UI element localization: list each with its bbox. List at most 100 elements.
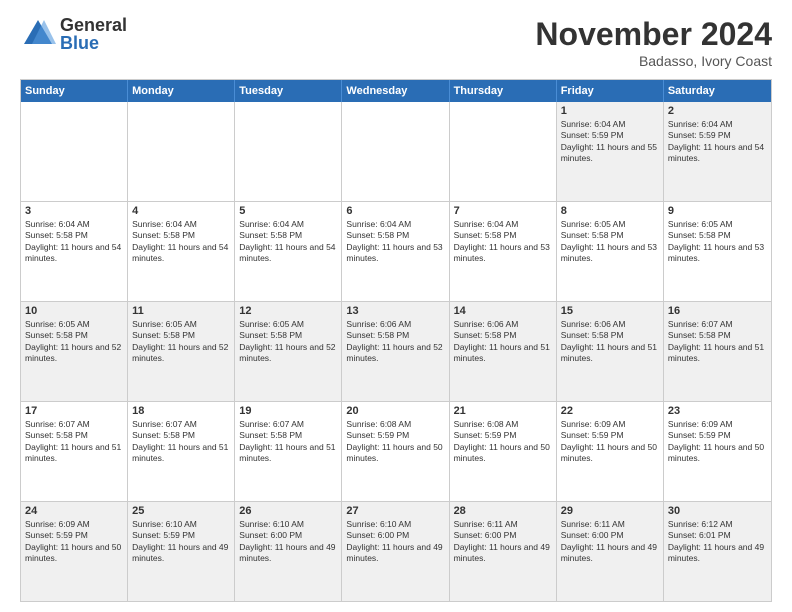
calendar-header-cell: Saturday [664, 80, 771, 102]
calendar-cell: 23 Sunrise: 6:09 AMSunset: 5:59 PMDayligh… [664, 402, 771, 501]
day-info: Sunrise: 6:06 AMSunset: 5:58 PMDaylight:… [346, 319, 444, 365]
day-info: Sunrise: 6:09 AMSunset: 5:59 PMDaylight:… [561, 419, 659, 465]
calendar-cell: 24Sunrise: 6:09 AMSunset: 5:59 PMDayligh… [21, 502, 128, 601]
calendar-header-cell: Sunday [21, 80, 128, 102]
day-number: 14 [454, 305, 552, 317]
day-number: 17 [25, 405, 123, 417]
location-title: Badasso, Ivory Coast [535, 53, 772, 69]
calendar-header-cell: Thursday [450, 80, 557, 102]
calendar-row: 17 Sunrise: 6:07 AMSunset: 5:58 PMDayligh… [21, 401, 771, 501]
day-number: 20 [346, 405, 444, 417]
calendar-cell: 8Sunrise: 6:05 AMSunset: 5:58 PMDaylight… [557, 202, 664, 301]
calendar-cell: 15 Sunrise: 6:06 AMSunset: 5:58 PMDayligh… [557, 302, 664, 401]
logo-text: General Blue [60, 16, 127, 52]
calendar-cell [342, 102, 449, 201]
month-title: November 2024 [535, 16, 772, 53]
day-info: Sunrise: 6:04 AMSunset: 5:59 PMDaylight:… [668, 119, 767, 165]
calendar-cell [128, 102, 235, 201]
day-info: Sunrise: 6:05 AMSunset: 5:58 PMDaylight:… [25, 319, 123, 365]
calendar-cell: 12Sunrise: 6:05 AMSunset: 5:58 PMDayligh… [235, 302, 342, 401]
title-area: November 2024 Badasso, Ivory Coast [535, 16, 772, 69]
calendar-cell: 1 Sunrise: 6:04 AMSunset: 5:59 PMDaylight… [557, 102, 664, 201]
day-info: Sunrise: 6:07 AMSunset: 5:58 PMDaylight:… [239, 419, 337, 465]
calendar-cell: 18Sunrise: 6:07 AMSunset: 5:58 PMDayligh… [128, 402, 235, 501]
day-info: Sunrise: 6:05 AMSunset: 5:58 PMDaylight:… [561, 219, 659, 265]
day-info: Sunrise: 6:04 AMSunset: 5:58 PMDaylight:… [132, 219, 230, 265]
day-number: 6 [346, 205, 444, 217]
day-number: 7 [454, 205, 552, 217]
calendar-cell [235, 102, 342, 201]
page: General Blue November 2024 Badasso, Ivor… [0, 0, 792, 612]
day-info: Sunrise: 6:04 AMSunset: 5:58 PMDaylight:… [346, 219, 444, 265]
day-number: 16 [668, 305, 767, 317]
day-number: 5 [239, 205, 337, 217]
day-number: 19 [239, 405, 337, 417]
calendar-cell: 6 Sunrise: 6:04 AMSunset: 5:58 PMDaylight… [342, 202, 449, 301]
day-number: 12 [239, 305, 337, 317]
day-info: Sunrise: 6:06 AMSunset: 5:58 PMDaylight:… [561, 319, 659, 365]
calendar-cell: 25Sunrise: 6:10 AMSunset: 5:59 PMDayligh… [128, 502, 235, 601]
day-info: Sunrise: 6:09 AMSunset: 5:59 PMDaylight:… [668, 419, 767, 465]
day-info: Sunrise: 6:04 AMSunset: 5:58 PMDaylight:… [25, 219, 123, 265]
day-info: Sunrise: 6:09 AMSunset: 5:59 PMDaylight:… [25, 519, 123, 565]
calendar-row: 10 Sunrise: 6:05 AMSunset: 5:58 PMDayligh… [21, 301, 771, 401]
calendar-cell [21, 102, 128, 201]
day-info: Sunrise: 6:05 AMSunset: 5:58 PMDaylight:… [132, 319, 230, 365]
day-number: 23 [668, 405, 767, 417]
day-info: Sunrise: 6:08 AMSunset: 5:59 PMDaylight:… [346, 419, 444, 465]
day-info: Sunrise: 6:12 AMSunset: 6:01 PMDaylight:… [668, 519, 767, 565]
day-number: 30 [668, 505, 767, 517]
calendar-header-cell: Monday [128, 80, 235, 102]
logo-area: General Blue [20, 16, 127, 52]
calendar-cell: 30 Sunrise: 6:12 AMSunset: 6:01 PMDayligh… [664, 502, 771, 601]
logo-general: General [60, 16, 127, 34]
day-number: 22 [561, 405, 659, 417]
calendar-cell: 11 Sunrise: 6:05 AMSunset: 5:58 PMDayligh… [128, 302, 235, 401]
calendar-header-cell: Tuesday [235, 80, 342, 102]
day-number: 27 [346, 505, 444, 517]
day-info: Sunrise: 6:06 AMSunset: 5:58 PMDaylight:… [454, 319, 552, 365]
header: General Blue November 2024 Badasso, Ivor… [20, 16, 772, 69]
calendar-header: SundayMondayTuesdayWednesdayThursdayFrid… [21, 80, 771, 102]
calendar-cell: 26Sunrise: 6:10 AMSunset: 6:00 PMDayligh… [235, 502, 342, 601]
day-info: Sunrise: 6:10 AMSunset: 6:00 PMDaylight:… [346, 519, 444, 565]
day-number: 15 [561, 305, 659, 317]
calendar-cell: 21Sunrise: 6:08 AMSunset: 5:59 PMDayligh… [450, 402, 557, 501]
calendar-cell: 3 Sunrise: 6:04 AMSunset: 5:58 PMDaylight… [21, 202, 128, 301]
day-info: Sunrise: 6:08 AMSunset: 5:59 PMDaylight:… [454, 419, 552, 465]
calendar-cell: 17Sunrise: 6:07 AMSunset: 5:58 PMDayligh… [21, 402, 128, 501]
day-info: Sunrise: 6:11 AMSunset: 6:00 PMDaylight:… [561, 519, 659, 565]
day-number: 11 [132, 305, 230, 317]
day-number: 9 [668, 205, 767, 217]
calendar-cell: 16Sunrise: 6:07 AMSunset: 5:58 PMDayligh… [664, 302, 771, 401]
day-number: 10 [25, 305, 123, 317]
calendar-header-cell: Friday [557, 80, 664, 102]
day-info: Sunrise: 6:04 AMSunset: 5:58 PMDaylight:… [454, 219, 552, 265]
day-number: 28 [454, 505, 552, 517]
day-number: 2 [668, 105, 767, 117]
calendar-cell: 13 Sunrise: 6:06 AMSunset: 5:58 PMDayligh… [342, 302, 449, 401]
day-number: 4 [132, 205, 230, 217]
calendar-cell: 9Sunrise: 6:05 AMSunset: 5:58 PMDaylight… [664, 202, 771, 301]
day-number: 3 [25, 205, 123, 217]
calendar-cell: 10 Sunrise: 6:05 AMSunset: 5:58 PMDayligh… [21, 302, 128, 401]
calendar-cell: 19 Sunrise: 6:07 AMSunset: 5:58 PMDayligh… [235, 402, 342, 501]
calendar-cell: 22 Sunrise: 6:09 AMSunset: 5:59 PMDayligh… [557, 402, 664, 501]
day-number: 29 [561, 505, 659, 517]
calendar-cell: 28 Sunrise: 6:11 AMSunset: 6:00 PMDayligh… [450, 502, 557, 601]
day-info: Sunrise: 6:11 AMSunset: 6:00 PMDaylight:… [454, 519, 552, 565]
calendar-cell: 2 Sunrise: 6:04 AMSunset: 5:59 PMDaylight… [664, 102, 771, 201]
day-number: 18 [132, 405, 230, 417]
logo-icon [20, 16, 56, 52]
day-info: Sunrise: 6:04 AMSunset: 5:58 PMDaylight:… [239, 219, 337, 265]
day-number: 1 [561, 105, 659, 117]
calendar-row: 24Sunrise: 6:09 AMSunset: 5:59 PMDayligh… [21, 501, 771, 601]
calendar-row: 3 Sunrise: 6:04 AMSunset: 5:58 PMDaylight… [21, 201, 771, 301]
calendar-cell: 20 Sunrise: 6:08 AMSunset: 5:59 PMDayligh… [342, 402, 449, 501]
calendar-cell: 4 Sunrise: 6:04 AMSunset: 5:58 PMDaylight… [128, 202, 235, 301]
day-number: 13 [346, 305, 444, 317]
day-info: Sunrise: 6:04 AMSunset: 5:59 PMDaylight:… [561, 119, 659, 165]
calendar-cell [450, 102, 557, 201]
calendar-cell: 27 Sunrise: 6:10 AMSunset: 6:00 PMDayligh… [342, 502, 449, 601]
calendar: SundayMondayTuesdayWednesdayThursdayFrid… [20, 79, 772, 602]
